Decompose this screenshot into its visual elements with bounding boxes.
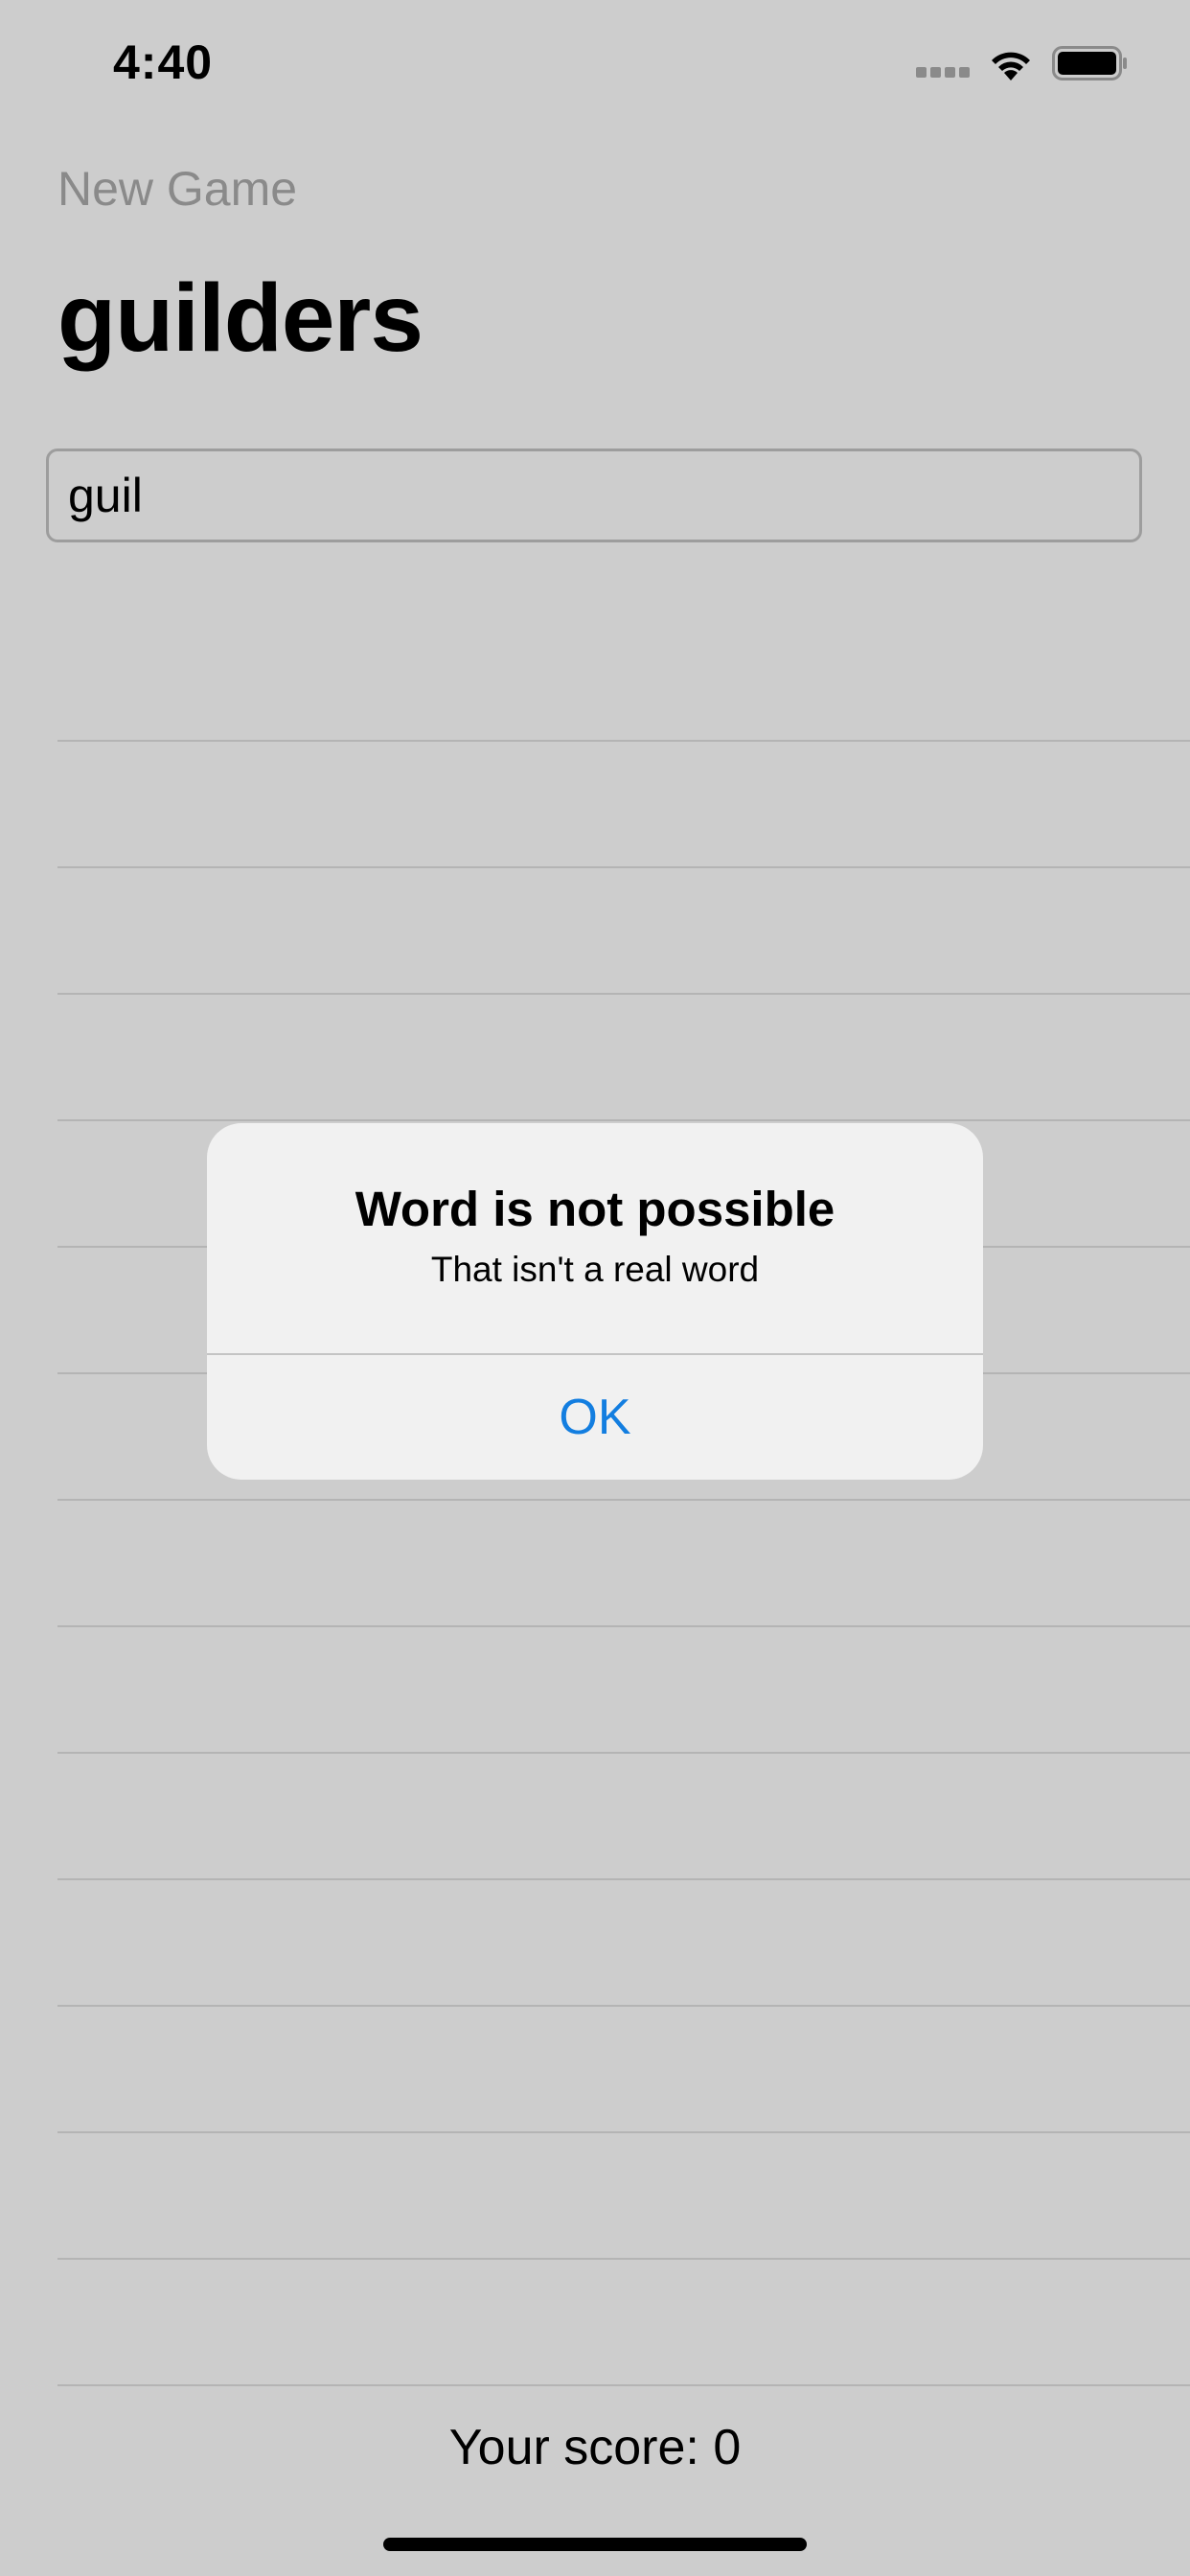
list-separator (57, 740, 1190, 742)
status-bar: 4:40 (0, 0, 1190, 126)
alert-title: Word is not possible (355, 1182, 835, 1236)
signal-icon (916, 67, 972, 79)
score-label: Your score: 0 (448, 2420, 742, 2475)
list-separator (57, 1878, 1190, 1880)
alert-ok-button[interactable]: OK (207, 1355, 983, 1480)
root-word-title: guilders (57, 264, 423, 372)
list-separator (57, 1499, 1190, 1501)
alert-dialog: Word is not possible That isn't a real w… (207, 1123, 983, 1480)
list-separator (57, 993, 1190, 995)
list-separator (57, 1625, 1190, 1627)
list-separator (57, 2384, 1190, 2386)
wifi-icon (992, 52, 1030, 80)
list-separator (57, 866, 1190, 868)
word-entry-field[interactable]: guil (46, 448, 1142, 542)
alert-message: That isn't a real word (430, 1250, 760, 1289)
list-separator (57, 1119, 1190, 1121)
list-separator (57, 1752, 1190, 1754)
battery-icon (1052, 46, 1127, 80)
status-time: 4:40 (113, 35, 214, 89)
list-separator (57, 2005, 1190, 2007)
list-separator (57, 2131, 1190, 2133)
new-game-button[interactable]: New Game (57, 161, 297, 217)
home-indicator[interactable] (383, 2538, 807, 2551)
list-separator (57, 2258, 1190, 2260)
